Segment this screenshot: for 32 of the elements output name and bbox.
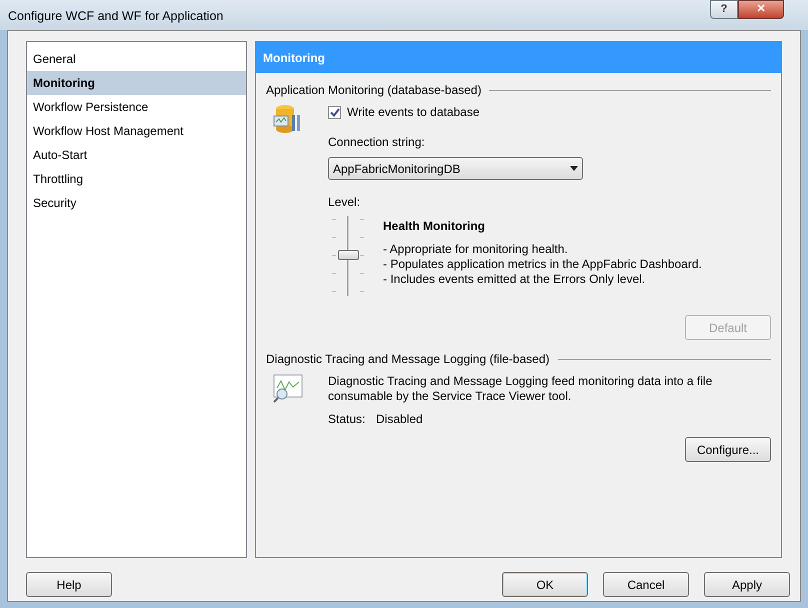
panel-header: Monitoring [256, 42, 781, 73]
level-description: - Appropriate for monitoring health. [383, 242, 569, 257]
dropdown-arrow-icon [570, 166, 578, 171]
cancel-button[interactable]: Cancel [603, 572, 689, 597]
ok-button[interactable]: OK [502, 572, 588, 597]
sidebar-item[interactable]: Security [27, 191, 246, 215]
level-label: Level: [328, 194, 362, 211]
checkbox-label: Write events to database [347, 104, 480, 121]
apply-button[interactable]: Apply [704, 572, 790, 597]
connection-label: Connection string: [328, 134, 426, 151]
section-title: Application Monitoring (database-based) [266, 82, 482, 99]
status-value: Disabled [376, 411, 423, 428]
level-description: - Populates application metrics in the AppFabric Dashboard. [383, 257, 702, 272]
trace-viewer-icon [272, 374, 304, 404]
section-title: Diagnostic Tracing and Message Logging (file-based) [266, 351, 550, 368]
help-button[interactable]: ? [710, 0, 738, 19]
sidebar-item[interactable]: General [27, 47, 246, 71]
sidebar-item[interactable]: Workflow Host Management [27, 119, 246, 143]
status-label: Status: [328, 411, 366, 428]
sidebar-item[interactable]: Workflow Persistence [27, 95, 246, 119]
sidebar-item[interactable]: Auto-Start [27, 143, 246, 167]
diagnostic-description: Diagnostic Tracing and Message Logging feed monitoring data into a file consumable by the Service Trace Viewer tool. [328, 374, 714, 404]
window-title: Configure WCF and WF for Application [8, 8, 224, 25]
configure-button[interactable]: Configure... [685, 437, 771, 462]
sidebar-item[interactable]: Monitoring [27, 71, 246, 95]
connection-dropdown[interactable]: AppFabricMonitoringDB [328, 157, 583, 180]
slider-thumb[interactable] [338, 250, 359, 260]
level-description: - Includes events emitted at the Errors Only level. [383, 272, 646, 287]
write-events-checkbox[interactable] [328, 106, 341, 118]
level-title: Health Monitoring [383, 218, 486, 235]
sidebar-item[interactable]: Throttling [27, 167, 246, 191]
help-dialog-button[interactable]: Help [26, 572, 112, 597]
